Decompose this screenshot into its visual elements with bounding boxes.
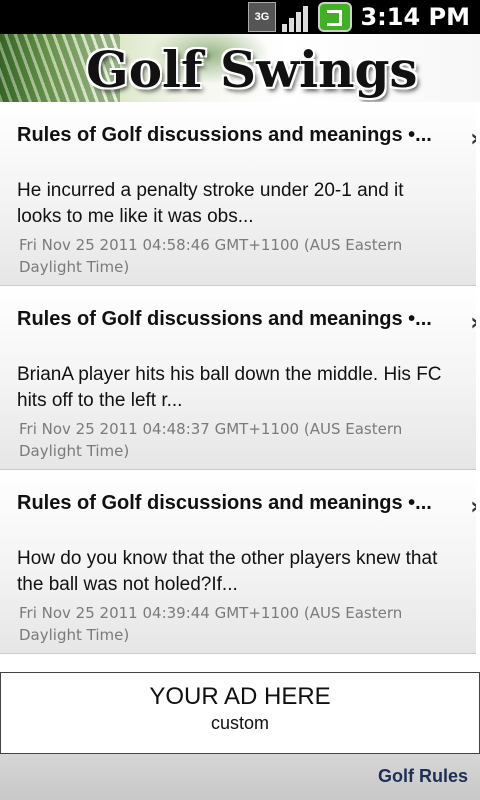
footer-bar: Golf Rules — [0, 754, 480, 800]
status-bar: 3G 3:14 PM — [0, 0, 480, 34]
list-item[interactable]: Rules of Golf discussions and meanings •… — [0, 102, 476, 286]
signal-strength-icon — [282, 4, 308, 32]
item-date: Fri Nov 25 2011 04:39:44 GMT+1100 (AUS E… — [19, 604, 403, 644]
list-item[interactable]: Rules of Golf discussions and meanings •… — [0, 470, 476, 654]
battery-charging-icon — [318, 2, 352, 32]
status-time: 3:14 PM — [360, 3, 470, 31]
ad-banner[interactable]: YOUR AD HERE custom — [0, 672, 480, 754]
banner-title: Golf Swings — [86, 40, 418, 99]
golf-rules-link[interactable]: Golf Rules — [378, 766, 468, 787]
item-title: Rules of Golf discussions and meanings •… — [17, 492, 432, 514]
item-title: Rules of Golf discussions and meanings •… — [17, 124, 432, 146]
item-description: How do you know that the other players k… — [17, 548, 438, 595]
ad-title: YOUR AD HERE — [149, 683, 331, 710]
scrollbar[interactable] — [476, 102, 480, 672]
item-title: Rules of Golf discussions and meanings •… — [17, 308, 432, 330]
item-description: He incurred a penalty stroke under 20-1 … — [17, 180, 404, 227]
item-date: Fri Nov 25 2011 04:58:46 GMT+1100 (AUS E… — [19, 236, 403, 276]
network-3g-icon: 3G — [248, 2, 276, 32]
list-item[interactable]: Rules of Golf discussions and meanings •… — [0, 286, 476, 470]
discussion-list[interactable]: Rules of Golf discussions and meanings •… — [0, 102, 476, 672]
ad-subtitle: custom — [210, 713, 270, 733]
status-icons: 3G — [248, 2, 352, 32]
item-description: BrianA player hits his ball down the mid… — [17, 364, 442, 411]
item-date: Fri Nov 25 2011 04:48:37 GMT+1100 (AUS E… — [19, 420, 403, 460]
header-banner: Golf Swings — [0, 34, 480, 102]
